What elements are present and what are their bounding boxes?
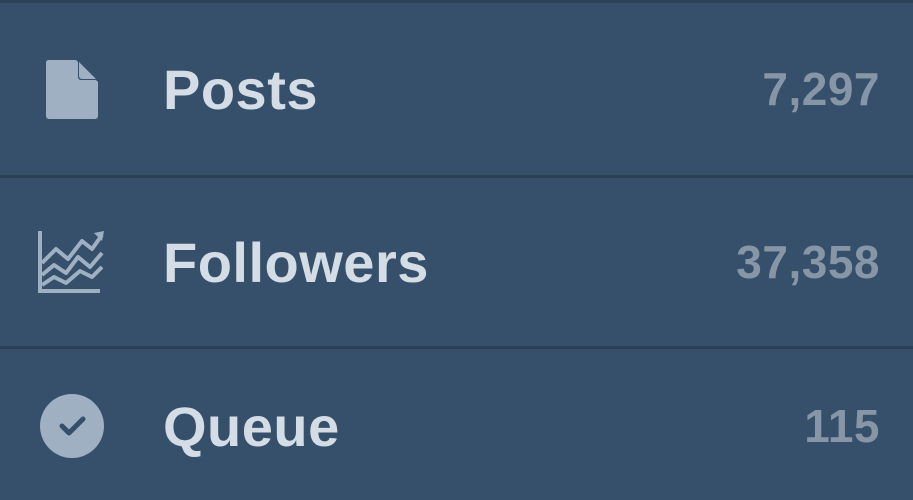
menu-item-count: 37,358 — [736, 236, 880, 288]
menu-item-posts[interactable]: Posts 7,297 — [0, 3, 913, 175]
dashboard-menu: Posts 7,297 Followers 37,358 Queue 115 — [0, 0, 913, 500]
menu-item-label: Queue — [163, 394, 340, 458]
document-icon — [34, 51, 110, 127]
menu-item-label: Posts — [163, 57, 318, 121]
menu-item-queue[interactable]: Queue 115 — [0, 346, 913, 500]
menu-item-count: 115 — [804, 400, 880, 452]
menu-item-count: 7,297 — [762, 63, 880, 115]
trending-chart-icon — [34, 224, 110, 300]
menu-item-label: Followers — [163, 230, 429, 294]
check-circle-icon — [34, 388, 110, 464]
menu-item-followers[interactable]: Followers 37,358 — [0, 175, 913, 346]
